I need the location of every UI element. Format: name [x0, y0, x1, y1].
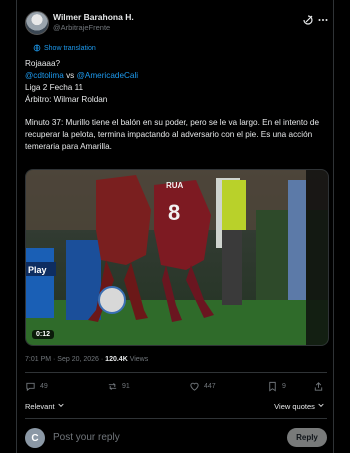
divider-bottom [25, 418, 327, 419]
bookmark-count: 9 [282, 383, 286, 390]
repost-button[interactable]: 91 [107, 381, 130, 392]
mention-cdtolima[interactable]: @cdtolima [25, 71, 64, 80]
reply-count: 49 [40, 383, 48, 390]
reply-icon [26, 382, 35, 392]
post-text: Rojaaaa? @cdtolima vs @AmericadeCali Lig… [25, 58, 327, 153]
video-frame: 8 RUA Play [26, 170, 328, 345]
bookmark-button[interactable]: 9 [267, 381, 286, 392]
more-icon[interactable] [317, 13, 329, 25]
reply-submit-button[interactable]: Reply [287, 428, 327, 447]
author-handle[interactable]: @ArbitrajeFrente [53, 23, 110, 32]
player-number: 8 [168, 200, 180, 225]
repost-icon [108, 382, 117, 391]
post-header: Wilmer Barahona H. @ArbitrajeFrente [25, 8, 328, 44]
post-timestamp[interactable]: 7:01 PM · Sep 20, 2026 · [25, 356, 105, 363]
heart-icon [190, 382, 199, 391]
sort-relevant-dropdown[interactable]: Relevant [25, 401, 65, 411]
video-duration: 0:12 [32, 330, 55, 339]
user-avatar[interactable]: C [25, 428, 45, 448]
author-avatar[interactable] [25, 11, 49, 35]
grok-icon[interactable] [302, 13, 314, 25]
post-line-3: Liga 2 Fecha 11 [25, 83, 84, 92]
reply-button[interactable]: 49 [25, 381, 48, 392]
author-name[interactable]: Wilmer Barahona H. [53, 12, 134, 22]
post-line-4: Árbitro: Wilmar Roldan [25, 95, 108, 104]
sort-label: Relevant [25, 402, 55, 411]
show-translation-label: Show translation [44, 44, 96, 52]
post-frame: Wilmer Barahona H. @ArbitrajeFrente Show… [16, 0, 334, 453]
player-name: RUA [166, 181, 184, 190]
globe-icon [33, 44, 41, 52]
share-icon [314, 382, 323, 391]
chevron-down-icon [58, 403, 64, 407]
vs-text: vs [63, 71, 77, 80]
video-player[interactable]: 8 RUA Play 0:12 [25, 169, 329, 346]
views-count: 120.4K [105, 356, 128, 363]
mention-americadecali[interactable]: @AmericadeCali [77, 71, 139, 80]
reply-composer: C Post your reply Reply [25, 426, 327, 450]
post-meta: 7:01 PM · Sep 20, 2026 · 120.4K Views [25, 356, 148, 363]
like-button[interactable]: 447 [189, 381, 216, 392]
action-bar: 49 91 447 9 [25, 381, 327, 397]
bookmark-icon [269, 381, 276, 392]
board-text: Play [28, 265, 47, 275]
reply-input[interactable]: Post your reply [53, 432, 120, 443]
share-button[interactable] [313, 381, 324, 392]
divider-top [25, 372, 327, 373]
show-translation-link[interactable]: Show translation [33, 44, 96, 52]
view-quotes-link[interactable]: View quotes [274, 401, 325, 411]
post-line-2: @cdtolima vs @AmericadeCali [25, 70, 327, 82]
post-body: Minuto 37: Murillo tiene el balón en su … [25, 118, 320, 151]
view-quotes-label: View quotes [274, 402, 315, 411]
post-line-1: Rojaaaa? [25, 59, 61, 68]
views-label: Views [127, 356, 149, 363]
like-count: 447 [204, 383, 216, 390]
chevron-down-icon [318, 403, 324, 407]
repost-count: 91 [122, 383, 130, 390]
